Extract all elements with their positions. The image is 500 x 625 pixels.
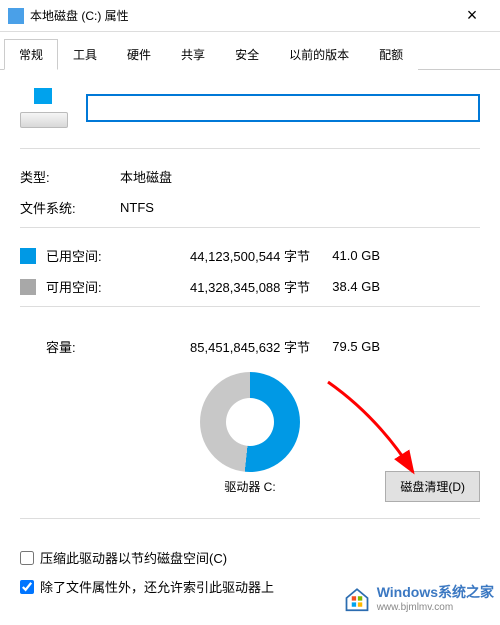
drive-icon [8,8,24,24]
used-bytes: 44,123,500,544 字节 [120,246,310,265]
free-swatch-icon [20,279,36,295]
type-value: 本地磁盘 [120,167,480,186]
free-label: 可用空间: [46,277,120,296]
watermark-url: www.bjmlmv.com [377,602,494,613]
tab-previous-versions[interactable]: 以前的版本 [274,39,364,70]
tab-security[interactable]: 安全 [220,39,274,70]
capacity-label: 容量: [20,337,120,356]
watermark: Windows系统之家 www.bjmlmv.com [339,580,498,615]
row-free-space: 可用空间: 41,328,345,088 字节 38.4 GB [20,271,480,302]
tab-quota[interactable]: 配额 [364,39,418,70]
type-label: 类型: [20,167,120,186]
compress-option[interactable]: 压缩此驱动器以节约磁盘空间(C) [20,543,480,572]
disk-cleanup-button[interactable]: 磁盘清理(D) [385,471,480,502]
content-panel: 类型: 本地磁盘 文件系统: NTFS 已用空间: 44,123,500,544… [0,70,500,613]
fs-label: 文件系统: [20,198,120,217]
row-type: 类型: 本地磁盘 [20,161,480,192]
capacity-bytes: 85,451,845,632 字节 [120,337,310,356]
row-filesystem: 文件系统: NTFS [20,192,480,223]
compress-label: 压缩此驱动器以节约磁盘空间(C) [40,548,227,567]
separator [20,148,480,149]
fs-value: NTFS [120,200,480,215]
tab-general[interactable]: 常规 [4,39,58,70]
usage-chart-area: 驱动器 C: 磁盘清理(D) [20,372,480,502]
separator [20,518,480,519]
drive-large-icon [20,88,68,128]
index-checkbox[interactable] [20,580,34,594]
tab-hardware[interactable]: 硬件 [112,39,166,70]
separator [20,227,480,228]
free-bytes: 41,328,345,088 字节 [120,277,310,296]
close-button[interactable]: × [452,5,492,26]
tab-tools[interactable]: 工具 [58,39,112,70]
tab-bar: 常规 工具 硬件 共享 安全 以前的版本 配额 [0,32,500,70]
disk-header [20,82,480,144]
tab-sharing[interactable]: 共享 [166,39,220,70]
watermark-logo-icon [343,584,371,612]
usage-donut-chart [200,372,300,472]
row-capacity: 容量: 85,451,845,632 字节 79.5 GB [20,319,480,362]
compress-checkbox[interactable] [20,551,34,565]
free-gb: 38.4 GB [310,279,380,294]
used-gb: 41.0 GB [310,248,380,263]
capacity-gb: 79.5 GB [310,339,380,354]
used-swatch-icon [20,248,36,264]
window-title: 本地磁盘 (C:) 属性 [30,7,129,24]
watermark-brand: Windows系统之家 [377,582,494,602]
titlebar: 本地磁盘 (C:) 属性 × [0,0,500,32]
row-used-space: 已用空间: 44,123,500,544 字节 41.0 GB [20,240,480,271]
separator [20,306,480,307]
volume-label-input[interactable] [86,94,480,122]
index-label: 除了文件属性外，还允许索引此驱动器上 [40,577,274,596]
used-label: 已用空间: [46,246,120,265]
